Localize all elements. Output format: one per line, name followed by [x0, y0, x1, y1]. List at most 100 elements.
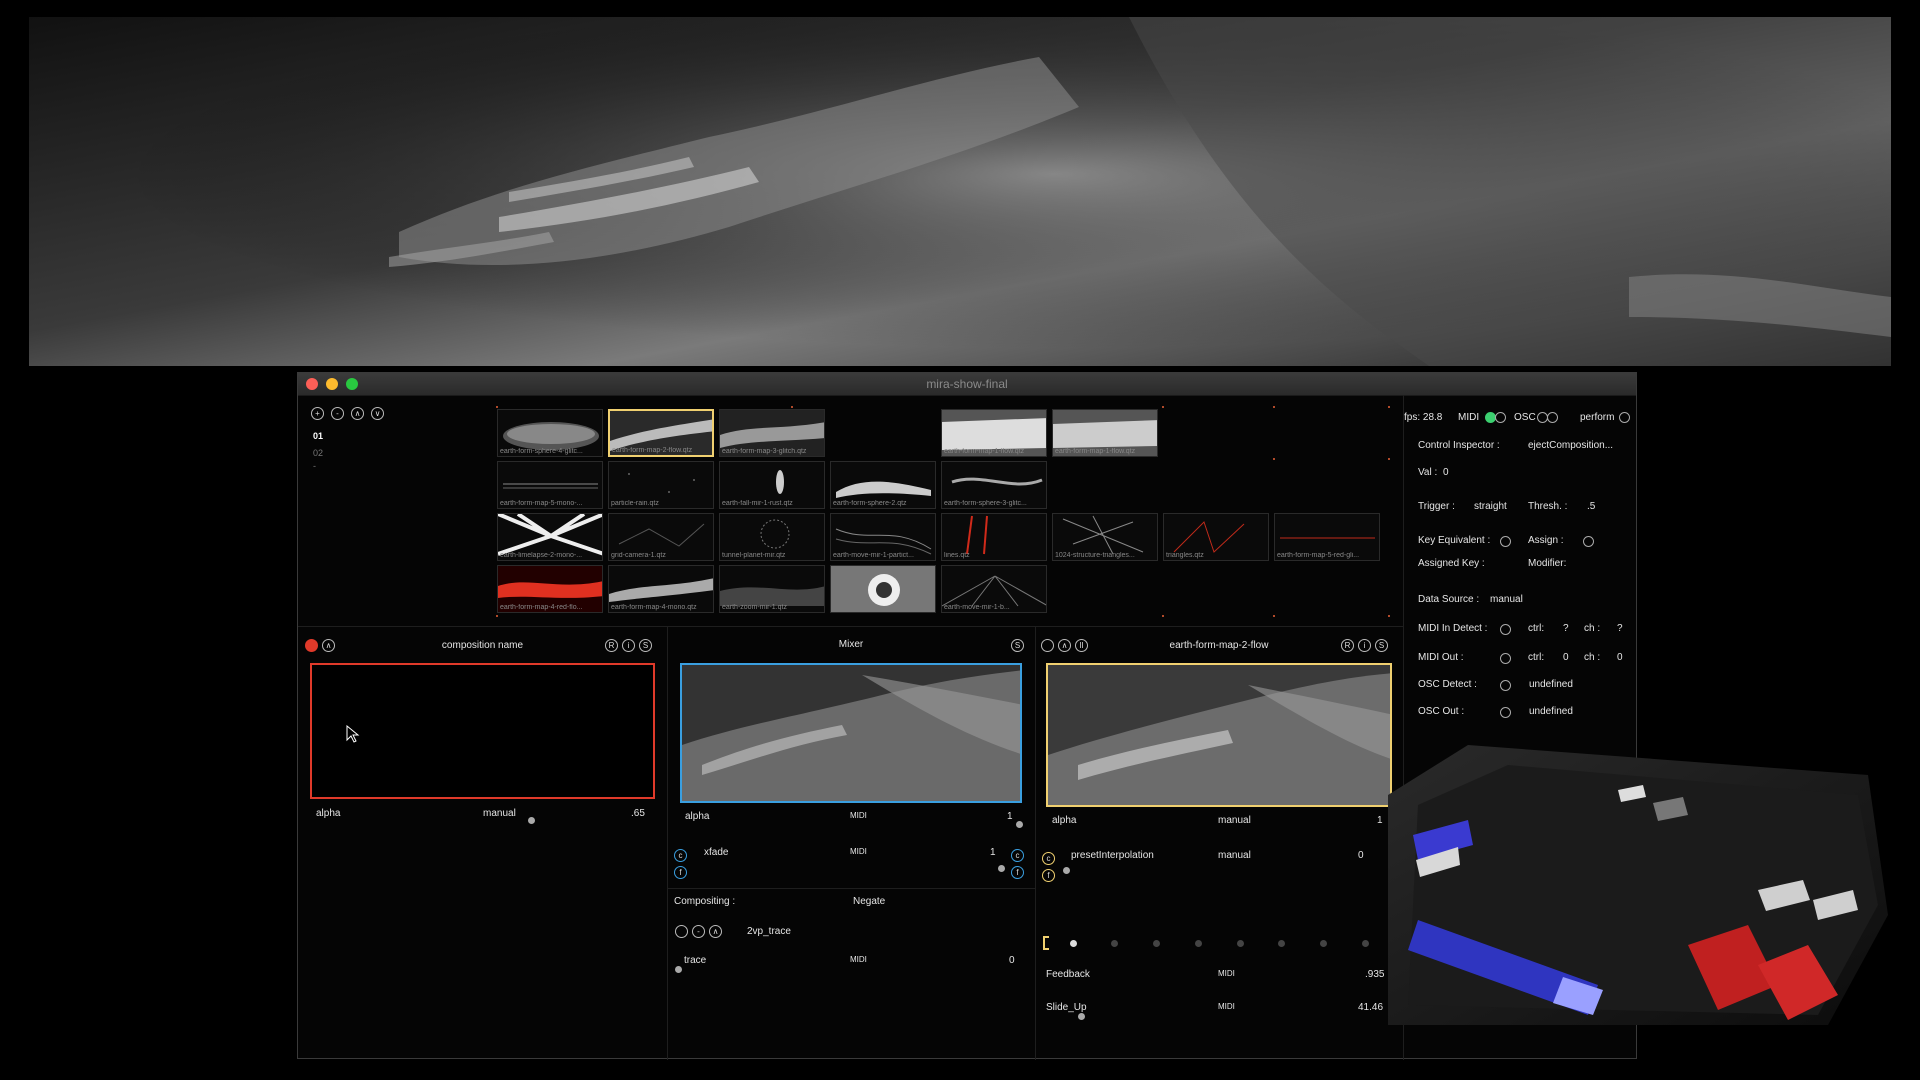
midi-out-toggle[interactable] — [1500, 653, 1511, 664]
xfade-mode[interactable]: MIDI — [850, 847, 867, 856]
mixer-solo-button[interactable]: S — [1011, 639, 1024, 652]
slide-up-mode[interactable]: MIDI — [1218, 1002, 1235, 1011]
thresh-value[interactable]: .5 — [1587, 501, 1595, 512]
thumbnail[interactable]: grid-camera-1.qtz — [608, 513, 714, 561]
thumbnail[interactable]: earth-form-sphere-4-glitc... — [497, 409, 603, 457]
midi-toggle[interactable] — [1495, 412, 1506, 423]
thumbnail[interactable]: earth-zoom-mir-1.qtz — [719, 565, 825, 613]
preset-slot[interactable] — [1153, 940, 1160, 947]
xfade-right-c-button[interactable]: c — [1011, 849, 1024, 862]
thumbnail[interactable]: earth-form-sphere-2.qtz — [830, 461, 936, 509]
thumbnail-caption: earth-form-map-3-glitch.qtz — [722, 448, 807, 455]
right-alpha-mode[interactable]: manual — [1218, 815, 1251, 826]
perform-toggle[interactable] — [1619, 412, 1630, 423]
xfade-f-button[interactable]: f — [674, 866, 687, 879]
preset-interpolation-label: presetInterpolation — [1071, 850, 1154, 861]
thumbnail[interactable]: 1024-structure-triangles... — [1052, 513, 1158, 561]
xfade-c-button[interactable]: c — [674, 849, 687, 862]
left-alpha-slider[interactable] — [528, 817, 535, 824]
right-info-button[interactable]: i — [1358, 639, 1371, 652]
midi-out-ctrl-value: 0 — [1563, 652, 1569, 663]
thumbnail[interactable]: earth-form-map-1-flow.qtz — [1052, 409, 1158, 457]
preset-slot[interactable] — [1320, 940, 1327, 947]
move-up-button[interactable]: ∧ — [351, 407, 364, 420]
thumbnail[interactable]: earth-form-map-4-red-flo... — [497, 565, 603, 613]
thumbnail[interactable]: earth-form-map-5-mono-... — [497, 461, 603, 509]
slide-up-slider[interactable] — [1078, 1013, 1085, 1020]
osc-out-toggle[interactable] — [1500, 707, 1511, 718]
effect-toggle-button[interactable] — [675, 925, 688, 938]
thumbnail[interactable]: tunnel-planet-mir.qtz — [719, 513, 825, 561]
thumbnail-caption: earth-move-mir-1-partict... — [833, 552, 914, 559]
thumbnail[interactable]: earth-limelapse-2-mono-... — [497, 513, 603, 561]
osc-detect-toggle[interactable] — [1500, 680, 1511, 691]
midi-in-ctrl-value: ? — [1563, 623, 1569, 634]
preset-slot[interactable] — [1195, 940, 1202, 947]
solo-button[interactable]: S — [639, 639, 652, 652]
compositing-label: Compositing : — [674, 896, 736, 907]
reset-button[interactable]: R — [605, 639, 618, 652]
add-page-button[interactable]: + — [311, 407, 324, 420]
control-inspector-label: Control Inspector : — [1418, 440, 1500, 451]
xfade-slider[interactable] — [998, 865, 1005, 872]
effect-remove-button[interactable]: - — [692, 925, 705, 938]
key-equivalent-toggle[interactable] — [1500, 536, 1511, 547]
preset-slot[interactable] — [1111, 940, 1118, 947]
title-bar[interactable]: mira-show-final — [298, 373, 1636, 396]
page-item-02[interactable]: 02 — [313, 448, 323, 458]
preset-interpolation-mode[interactable]: manual — [1218, 850, 1251, 861]
assign-toggle[interactable] — [1583, 536, 1594, 547]
thumbnail[interactable] — [830, 565, 936, 613]
mixer-title: Mixer — [838, 639, 864, 650]
window-title: mira-show-final — [926, 377, 1008, 391]
midi-in-detect-toggle[interactable] — [1500, 624, 1511, 635]
thumbnail[interactable]: particle-rain.qtz — [608, 461, 714, 509]
trigger-value[interactable]: straight — [1474, 501, 1507, 512]
preset-slot[interactable] — [1362, 940, 1369, 947]
midi-in-ch-label: ch : — [1584, 623, 1601, 634]
thumbnail[interactable]: lines.qtz — [941, 513, 1047, 561]
mixer-alpha-mode[interactable]: MIDI — [850, 811, 867, 820]
compositing-value[interactable]: Negate — [853, 896, 885, 907]
trace-mode[interactable]: MIDI — [850, 955, 867, 964]
thumbnail[interactable]: earth-move-mir-1-b... — [941, 565, 1047, 613]
feedback-mode[interactable]: MIDI — [1218, 969, 1235, 978]
preset-slot-active[interactable] — [1070, 940, 1077, 947]
thumbnail[interactable]: earth-form-map-3-glitch.qtz — [719, 409, 825, 457]
thumbnail[interactable]: earth-move-mir-1-partict... — [830, 513, 936, 561]
mixer-alpha-slider[interactable] — [1016, 821, 1023, 828]
left-alpha-mode[interactable]: manual — [483, 808, 516, 819]
grid-marker — [496, 406, 498, 408]
right-reset-button[interactable]: R — [1341, 639, 1354, 652]
thumbnail[interactable]: earth-form-sphere-3-glitc... — [941, 461, 1047, 509]
preset-slot[interactable] — [1278, 940, 1285, 947]
thumbnail-selected[interactable]: earth-form-map-2-flow.qtz — [608, 409, 714, 457]
preset-f-button[interactable]: f — [1042, 869, 1055, 882]
right-solo-button[interactable]: S — [1375, 639, 1388, 652]
mixer-preview-monitor[interactable] — [680, 663, 1022, 803]
thumbnail[interactable]: earth-form-map-4-mono.qtz — [608, 565, 714, 613]
preset-interpolation-slider[interactable] — [1063, 867, 1070, 874]
thumbnail-caption: triangles.qtz — [1166, 552, 1204, 559]
right-preview-monitor[interactable] — [1046, 663, 1392, 807]
trace-slider[interactable] — [675, 966, 682, 973]
info-button[interactable]: i — [622, 639, 635, 652]
trace-label: trace — [684, 955, 707, 966]
effect-up-button[interactable]: ∧ — [709, 925, 722, 938]
move-down-button[interactable]: ∨ — [371, 407, 384, 420]
osc-detect-label: OSC Detect : — [1418, 679, 1477, 690]
thumbnail[interactable]: earth-form-map-5-red-gli... — [1274, 513, 1380, 561]
thumbnail[interactable]: earth-form-map-1-flow.qtz — [941, 409, 1047, 457]
remove-page-button[interactable]: - — [331, 407, 344, 420]
grid-marker — [791, 406, 793, 408]
osc-toggle-2[interactable] — [1547, 412, 1558, 423]
left-preview-monitor[interactable] — [310, 663, 655, 799]
preset-slot[interactable] — [1237, 940, 1244, 947]
data-source-value[interactable]: manual — [1490, 594, 1523, 605]
xfade-right-f-button[interactable]: f — [1011, 866, 1024, 879]
preset-c-button[interactable]: c — [1042, 852, 1055, 865]
page-item-empty[interactable]: - — [313, 461, 316, 471]
thumbnail[interactable]: earth-fall-mir-1-rust.qtz — [719, 461, 825, 509]
page-item-01[interactable]: 01 — [313, 431, 323, 441]
thumbnail[interactable]: triangles.qtz — [1163, 513, 1269, 561]
